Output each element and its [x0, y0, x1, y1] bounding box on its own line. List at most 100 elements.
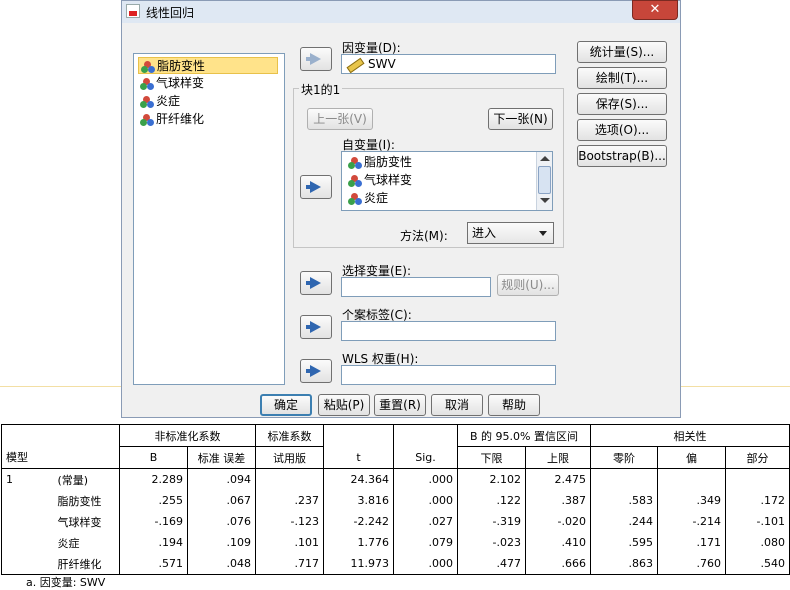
method-value: 进入: [472, 226, 497, 240]
model-number-cell: [1, 511, 54, 532]
sig-cell: .027: [393, 511, 458, 532]
model-number-cell: [1, 490, 54, 511]
list-item[interactable]: 气球样变: [138, 75, 208, 92]
zero-order-header: 零阶: [590, 446, 658, 469]
help-button[interactable]: 帮助: [488, 394, 540, 416]
reset-button[interactable]: 重置(R): [374, 394, 426, 416]
scroll-up-icon[interactable]: [540, 156, 550, 161]
model-number-cell: [1, 553, 54, 575]
move-to-wls-weight-button[interactable]: [300, 359, 332, 383]
dependent-field[interactable]: SWV: [341, 54, 556, 74]
predictor-name-cell: 气球样变: [53, 511, 120, 532]
table-row: 气球样变 -.169.076 -.123 -2.242.027 -.319 -.020.2…: [1, 511, 790, 532]
zero-cell: .244: [590, 511, 658, 532]
list-item[interactable]: 脂肪变性: [346, 154, 416, 171]
list-item[interactable]: 脂肪变性: [138, 57, 278, 74]
model-number-cell: 1: [1, 468, 54, 490]
predictor-name-cell: (常量): [53, 468, 120, 490]
bootstrap-button[interactable]: Bootstrap(B)...: [577, 145, 667, 167]
lower-cell: .477: [457, 553, 526, 575]
options-button[interactable]: 选项(O)...: [577, 119, 667, 141]
partial-cell: .349: [657, 490, 726, 511]
selection-variable-field[interactable]: [341, 277, 491, 297]
beta-cell: .237: [255, 490, 324, 511]
previous-block-button[interactable]: 上一张(V): [307, 108, 373, 130]
variable-label: 肝纤维化: [156, 112, 205, 126]
b-cell: .255: [119, 490, 188, 511]
table-row: 脂肪变性 .255.067.237 3.816.000.122.387.583.34…: [1, 490, 790, 511]
scroll-down-icon[interactable]: [540, 198, 550, 203]
method-label: 方法(M):: [400, 229, 448, 243]
part-cell: -.101: [725, 511, 790, 532]
se-cell: .076: [187, 511, 256, 532]
scroll-thumb[interactable]: [538, 166, 551, 194]
zero-cell: .595: [590, 532, 658, 553]
table-cell: [53, 424, 120, 447]
close-button[interactable]: ✕: [632, 0, 678, 20]
scale-variable-icon: [348, 175, 362, 187]
lower-cell: -.023: [457, 532, 526, 553]
rule-button[interactable]: 规则(U)...: [497, 274, 559, 296]
part-cell: [725, 468, 790, 490]
predictor-name-cell: 炎症: [53, 532, 120, 553]
b-cell: .194: [119, 532, 188, 553]
zero-cell: [590, 468, 658, 490]
move-to-case-labels-button[interactable]: [300, 315, 332, 339]
paste-button[interactable]: 粘贴(P): [318, 394, 370, 416]
variable-label: 炎症: [156, 94, 181, 108]
save-button[interactable]: 保存(S)...: [577, 93, 667, 115]
partial-cell: .760: [657, 553, 726, 575]
source-variable-list[interactable]: 脂肪变性 气球样变 炎症 肝纤维化: [133, 53, 285, 385]
list-item[interactable]: 气球样变: [346, 172, 416, 189]
sig-cell: .079: [393, 532, 458, 553]
standardized-header: 标准系数: [255, 424, 324, 447]
move-to-dependent-button[interactable]: [300, 47, 332, 71]
statistics-button[interactable]: 统计量(S)...: [577, 41, 667, 63]
wls-weight-field[interactable]: [341, 365, 556, 385]
plots-button[interactable]: 绘制(T)...: [577, 67, 667, 89]
table-row: 炎症 .194.109.101 1.776.079 -.023.410.595.171…: [1, 532, 790, 553]
method-select[interactable]: 进入: [467, 222, 554, 244]
table-row: 1 (常量) 2.289.094 24.364.000 2.102 2.475: [1, 468, 790, 490]
beta-cell: .717: [255, 553, 324, 575]
upper-cell: 2.475: [525, 468, 591, 490]
beta-header: 试用版: [255, 446, 324, 469]
model-header: 模型: [1, 446, 54, 469]
part-cell: .172: [725, 490, 790, 511]
variable-label: 气球样变: [364, 173, 413, 187]
title-bar: 线性回归 ✕: [122, 0, 680, 23]
case-labels-field[interactable]: [341, 321, 556, 341]
sig-header: Sig.: [393, 446, 458, 469]
se-cell: .109: [187, 532, 256, 553]
zero-cell: .863: [590, 553, 658, 575]
scale-variable-icon: [140, 78, 154, 90]
partial-cell: [657, 468, 726, 490]
partial-header: 偏: [657, 446, 726, 469]
t-header: t: [323, 446, 394, 469]
variable-label: 炎症: [364, 191, 389, 205]
block-label: 块1的1: [299, 81, 343, 98]
upper-cell: .387: [525, 490, 591, 511]
list-item[interactable]: 炎症: [346, 190, 392, 207]
move-to-independent-button[interactable]: [300, 175, 332, 199]
list-item[interactable]: 肝纤维化: [138, 111, 208, 128]
list-item[interactable]: 炎症: [138, 93, 184, 110]
part-header: 部分: [725, 446, 790, 469]
upper-cell: -.020: [525, 511, 591, 532]
scale-variable-icon: [140, 96, 154, 108]
cancel-button[interactable]: 取消: [431, 394, 483, 416]
independent-variable-list[interactable]: 脂肪变性 气球样变 炎症: [341, 151, 553, 211]
move-to-selection-button[interactable]: [300, 271, 332, 295]
next-block-button[interactable]: 下一张(N): [488, 108, 553, 130]
variable-label: 气球样变: [156, 76, 205, 90]
ok-button[interactable]: 确定: [260, 394, 312, 416]
dialog-title: 线性回归: [146, 6, 195, 20]
t-cell: 11.973: [323, 553, 394, 575]
part-cell: .080: [725, 532, 790, 553]
independent-list-scrollbar[interactable]: [536, 152, 552, 210]
scale-variable-icon: [348, 157, 362, 169]
std-error-header: 标准 误差: [187, 446, 256, 469]
part-cell: .540: [725, 553, 790, 575]
beta-cell: .101: [255, 532, 324, 553]
t-cell: -2.242: [323, 511, 394, 532]
